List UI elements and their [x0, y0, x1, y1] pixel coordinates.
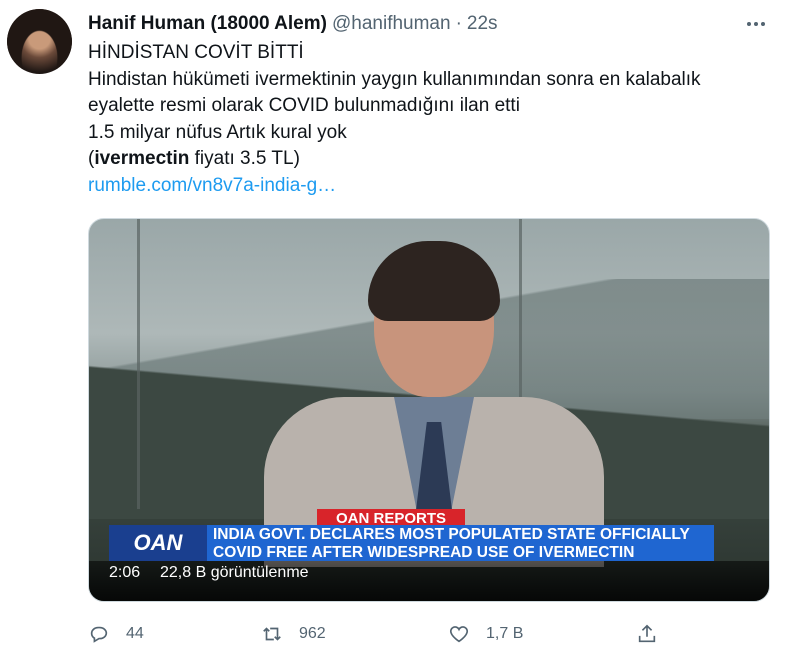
share-button[interactable] — [636, 620, 658, 648]
retweet-count: 962 — [299, 625, 326, 642]
tweet-line: HİNDİSTAN COVİT BİTTİ — [88, 42, 304, 63]
like-count: 1,7 B — [486, 625, 524, 642]
heart-icon — [449, 626, 469, 643]
handle[interactable]: @hanifhuman — [332, 13, 451, 35]
more-icon[interactable] — [744, 14, 768, 34]
tweet-line: eyalette resmi olarak COVID bulunmadığın… — [88, 95, 520, 116]
tweet-line: 1.5 milyar nüfus Artık kural yok — [88, 121, 347, 143]
retweet-button[interactable]: 962 — [261, 620, 326, 648]
tweet-line-price: (ivermectin fiyatı 3.5 TL) — [88, 146, 701, 173]
tweet: Hanif Human (18000 Alem) @hanifhuman · 2… — [0, 0, 804, 655]
like-button[interactable]: 1,7 B — [448, 620, 523, 648]
reply-icon — [90, 626, 108, 643]
display-name[interactable]: Hanif Human (18000 Alem) — [88, 13, 327, 35]
reply-count: 44 — [126, 625, 144, 642]
price-text: fiyatı 3.5 TL) — [189, 148, 300, 169]
retweet-icon — [263, 627, 281, 641]
headline-line: INDIA GOVT. DECLARES MOST POPULATED STAT… — [213, 526, 690, 543]
timestamp[interactable]: 22s — [467, 13, 498, 35]
news-headline: INDIA GOVT. DECLARES MOST POPULATED STAT… — [207, 525, 714, 561]
tweet-text: HİNDİSTAN COVİT BİTTİ Hindistan hükümeti… — [88, 40, 701, 199]
tweet-header: Hanif Human (18000 Alem) @hanifhuman · 2… — [88, 12, 498, 36]
tweet-line: Hindistan hükümeti ivermektinin yaygın k… — [88, 68, 701, 90]
news-anchor — [264, 241, 604, 567]
video-player[interactable]: OAN REPORTS OAN INDIA GOVT. DECLARES MOS… — [88, 218, 770, 602]
oan-logo: OAN — [109, 525, 207, 561]
share-icon — [638, 624, 656, 643]
headline-line: COVID FREE AFTER WIDESPREAD USE OF IVERM… — [213, 543, 635, 561]
avatar[interactable] — [7, 9, 72, 74]
view-count: 22,8 B görüntülenme — [160, 564, 309, 581]
separator-dot: · — [455, 13, 462, 34]
bold-word: ivermectin — [94, 148, 190, 169]
video-duration: 2:06 — [109, 564, 141, 581]
action-bar: 44 962 1,7 B — [0, 620, 804, 650]
tweet-link[interactable]: rumble.com/vn8v7a-india-g… — [88, 173, 701, 200]
reply-button[interactable]: 44 — [88, 620, 144, 648]
